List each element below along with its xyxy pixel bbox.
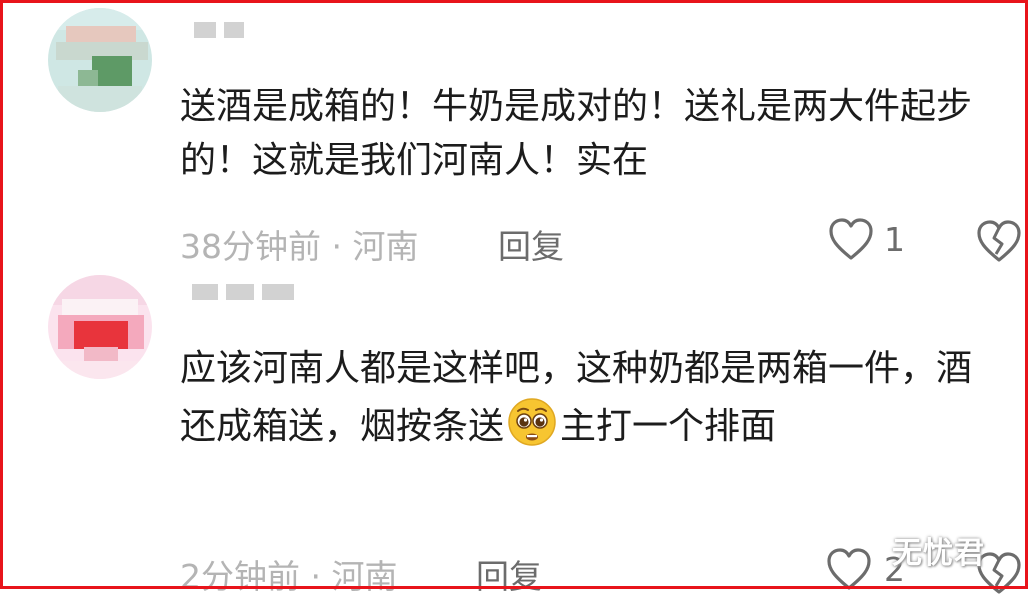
user-avatar[interactable]: [48, 275, 152, 379]
user-avatar[interactable]: [48, 8, 152, 112]
username[interactable]: [190, 280, 300, 304]
comment-time-location: 2分钟前 · 河南: [180, 557, 398, 596]
heart-outline-icon: [829, 218, 873, 260]
watermark: 无忧君: [892, 536, 985, 571]
heart-outline-icon: [827, 548, 871, 590]
dislike-button[interactable]: [976, 220, 1022, 268]
like-button[interactable]: [828, 218, 874, 262]
comment-item: 应该河南人都是这样吧，这种奶都是两箱一件，酒还成箱送，烟按条送 主打一个排面 2…: [0, 270, 1028, 596]
reply-button[interactable]: 回复: [498, 220, 564, 268]
broken-heart-icon: [977, 220, 1021, 262]
like-count: 1: [884, 220, 905, 259]
comment-text: 送酒是成箱的！牛奶是成对的！送礼是两大件起步的！这就是我们河南人！实在: [180, 86, 973, 181]
comment-item: 送酒是成箱的！牛奶是成对的！送礼是两大件起步的！这就是我们河南人！实在 38分钟…: [0, 0, 1028, 270]
username[interactable]: [190, 18, 260, 42]
comment-text-part: 主打一个排面: [560, 406, 777, 447]
comment-time-location: 38分钟前 · 河南: [180, 227, 419, 266]
pleading-face-emoji-icon: [508, 398, 556, 446]
comment-text: 应该河南人都是这样吧，这种奶都是两箱一件，酒还成箱送，烟按条送 主打一个排面: [180, 342, 1000, 454]
reply-button[interactable]: 回复: [476, 550, 542, 598]
like-button[interactable]: [826, 548, 872, 592]
